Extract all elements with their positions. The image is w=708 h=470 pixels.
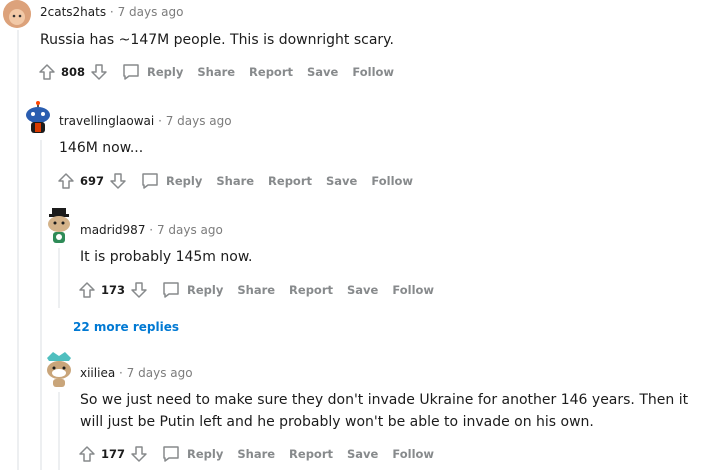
share-button[interactable]: Share (197, 65, 235, 79)
downvote-icon[interactable] (129, 444, 149, 464)
vote-score: 808 (61, 65, 86, 79)
follow-button[interactable]: Follow (392, 447, 434, 461)
username[interactable]: madrid987 (80, 223, 145, 237)
reply-button[interactable]: Reply (140, 171, 202, 191)
comment-meta: xiiliea · 7 days ago (80, 366, 193, 380)
report-button[interactable]: Report (268, 174, 312, 188)
comment-actions: 697 Reply Share Report Save Follow (56, 169, 413, 193)
comment-icon (163, 446, 179, 462)
comment-meta: madrid987 · 7 days ago (80, 223, 223, 237)
reply-label: Reply (187, 283, 224, 297)
reply-label: Reply (187, 447, 224, 461)
timestamp[interactable]: 7 days ago (118, 5, 184, 19)
meta-separator: · (149, 223, 154, 237)
username[interactable]: xiiliea (80, 366, 115, 380)
downvote-icon[interactable] (129, 280, 149, 300)
reply-label: Reply (166, 174, 203, 188)
upvote-icon[interactable] (77, 444, 97, 464)
report-button[interactable]: Report (289, 447, 333, 461)
thread-line[interactable] (58, 392, 60, 470)
comment-meta: travellinglaowai · 7 days ago (59, 114, 232, 128)
meta-separator: · (158, 114, 162, 128)
comment-body: Russia has ~147M people. This is downrig… (40, 32, 394, 48)
snoo-avatar-icon (48, 208, 70, 243)
username[interactable]: 2cats2hats (40, 5, 106, 19)
upvote-icon[interactable] (77, 280, 97, 300)
report-button[interactable]: Report (249, 65, 293, 79)
comment-actions: 808 Reply Share Report Save Follow (37, 60, 394, 84)
share-button[interactable]: Share (237, 283, 275, 297)
snoo-avatar-icon (26, 101, 50, 133)
username[interactable]: travellinglaowai (59, 114, 154, 128)
comment-icon (163, 282, 179, 298)
vote-score: 177 (101, 447, 126, 461)
meta-separator: · (119, 366, 123, 380)
comment-body: 146M now... (59, 140, 144, 156)
save-button[interactable]: Save (347, 283, 378, 297)
timestamp[interactable]: 7 days ago (166, 114, 232, 128)
snoo-avatar-icon (47, 352, 71, 387)
comment-actions: 177 Reply Share Report Save Follow (77, 442, 434, 466)
downvote-icon[interactable] (89, 62, 109, 82)
timestamp[interactable]: 7 days ago (127, 366, 193, 380)
reply-button[interactable]: Reply (161, 280, 223, 300)
timestamp[interactable]: 7 days ago (157, 223, 223, 237)
avatar[interactable] (3, 0, 31, 28)
reply-button[interactable]: Reply (161, 444, 223, 464)
follow-button[interactable]: Follow (371, 174, 413, 188)
thread-line[interactable] (40, 140, 42, 470)
avatar[interactable] (43, 350, 75, 388)
follow-button[interactable]: Follow (392, 283, 434, 297)
share-button[interactable]: Share (216, 174, 254, 188)
comment-body: So we just need to make sure they don't … (80, 392, 689, 430)
avatar[interactable] (44, 207, 74, 245)
more-replies-link[interactable]: 22 more replies (73, 320, 179, 334)
downvote-icon[interactable] (108, 171, 128, 191)
upvote-icon[interactable] (56, 171, 76, 191)
save-button[interactable]: Save (307, 65, 338, 79)
meta-separator: · (109, 5, 114, 19)
comment-actions: 173 Reply Share Report Save Follow (77, 278, 434, 302)
avatar-icon (3, 0, 31, 28)
report-button[interactable]: Report (289, 283, 333, 297)
vote-score: 173 (101, 283, 126, 297)
thread-line[interactable] (17, 30, 19, 470)
follow-button[interactable]: Follow (352, 65, 394, 79)
reply-label: Reply (147, 65, 184, 79)
reply-button[interactable]: Reply (121, 62, 183, 82)
comment-icon (142, 173, 158, 189)
comment-meta: 2cats2hats · 7 days ago (40, 5, 183, 19)
avatar[interactable] (23, 101, 53, 135)
comment-body: It is probably 145m now. (80, 249, 253, 265)
save-button[interactable]: Save (347, 447, 378, 461)
share-button[interactable]: Share (237, 447, 275, 461)
save-button[interactable]: Save (326, 174, 357, 188)
vote-score: 697 (80, 174, 105, 188)
comment-icon (123, 64, 139, 80)
upvote-icon[interactable] (37, 62, 57, 82)
thread-line[interactable] (58, 248, 60, 308)
